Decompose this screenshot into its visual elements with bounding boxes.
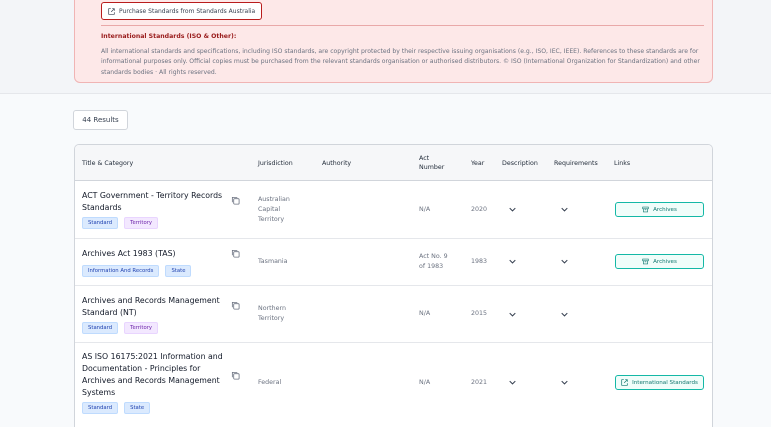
row-year: 2021 (471, 379, 488, 386)
requirements-chevron-down-icon[interactable] (561, 312, 568, 317)
requirements-chevron-down-icon[interactable] (561, 207, 568, 212)
header-requirements[interactable]: Requirements (554, 159, 598, 168)
external-link-icon (108, 7, 115, 15)
row-jurisdiction: Northern Territory (258, 305, 286, 322)
row-title: AS ISO 16175:2021 Information and Docume… (82, 352, 223, 397)
tag-level: Territory (124, 217, 159, 229)
tag-category: Standard (82, 322, 119, 334)
archives-link-label: Archives (653, 206, 677, 213)
table-row: ACT Government - Territory Records Stand… (75, 181, 712, 239)
tag-category: Standard (82, 402, 119, 414)
header-jurisdiction[interactable]: Jurisdiction (258, 159, 293, 168)
row-tags: Standard Territory (82, 217, 159, 229)
description-chevron-down-icon[interactable] (509, 259, 516, 264)
requirements-chevron-down-icon[interactable] (561, 380, 568, 385)
archives-link-label: Archives (653, 258, 677, 265)
tag-category: Information And Records (82, 265, 160, 277)
external-link-icon (621, 379, 628, 386)
archives-link-button[interactable]: Archives (615, 254, 704, 269)
row-title: ACT Government - Territory Records Stand… (82, 191, 223, 212)
purchase-standards-label: Purchase Standards from Standards Austra… (119, 7, 256, 15)
row-jurisdiction: Tasmania (258, 258, 288, 265)
row-jurisdiction: Australian Capital Territory (258, 196, 290, 223)
row-act-number: N/A (419, 206, 431, 213)
header-act-number[interactable]: Act Number (419, 154, 447, 172)
copy-icon[interactable] (231, 249, 240, 258)
header-title-category[interactable]: Title & Category (82, 159, 133, 168)
row-act-number: N/A (419, 379, 431, 386)
copy-icon[interactable] (231, 196, 240, 205)
description-chevron-down-icon[interactable] (509, 312, 516, 317)
row-title: Archives and Records Management Standard… (82, 296, 220, 317)
results-count: 44 Results (73, 110, 128, 130)
row-tags: Standard Territory (82, 322, 159, 334)
archives-link-button[interactable]: Archives (615, 202, 704, 217)
copyright-notice: Purchase Standards from Standards Austra… (74, 0, 713, 83)
header-links[interactable]: Links (614, 159, 630, 168)
tag-level: State (124, 402, 151, 414)
archive-icon (642, 258, 649, 265)
row-act-number: N/A (419, 310, 431, 317)
copy-icon[interactable] (231, 301, 240, 310)
tag-category: Standard (82, 217, 119, 229)
row-year: 2020 (471, 206, 488, 213)
row-act-number: Act No. 9 of 1983 (419, 253, 448, 270)
row-title: Archives Act 1983 (TAS) (82, 249, 176, 258)
notice-text: All international standards and specific… (101, 48, 700, 76)
row-year: 1983 (471, 258, 488, 265)
description-chevron-down-icon[interactable] (509, 380, 516, 385)
header-authority[interactable]: Authority (322, 159, 351, 168)
row-tags: Information And Records State (82, 265, 192, 277)
standards-table: Title & Category Jurisdiction Authority … (74, 144, 713, 427)
international-standards-link-label: International Standards (632, 379, 698, 386)
header-description[interactable]: Description (502, 159, 538, 168)
tag-level: Territory (124, 322, 159, 334)
table-row: Archives Act 1983 (TAS) Information And … (75, 239, 712, 286)
purchase-standards-button[interactable]: Purchase Standards from Standards Austra… (101, 2, 263, 20)
header-year[interactable]: Year (471, 159, 484, 168)
tag-level: State (165, 265, 192, 277)
row-year: 2015 (471, 310, 488, 317)
requirements-chevron-down-icon[interactable] (561, 259, 568, 264)
description-chevron-down-icon[interactable] (509, 207, 516, 212)
notice-title: International Standards (ISO & Other): (101, 33, 237, 40)
notice-divider (101, 25, 704, 26)
international-standards-link-button[interactable]: International Standards (615, 375, 704, 390)
table-row: Archives and Records Management Standard… (75, 286, 712, 343)
archive-icon (642, 206, 649, 213)
copy-icon[interactable] (231, 371, 240, 380)
table-row: AS ISO 16175:2021 Information and Docume… (75, 343, 712, 427)
row-jurisdiction: Federal (258, 379, 282, 386)
table-header: Title & Category Jurisdiction Authority … (75, 145, 712, 181)
row-tags: Standard State (82, 402, 151, 414)
